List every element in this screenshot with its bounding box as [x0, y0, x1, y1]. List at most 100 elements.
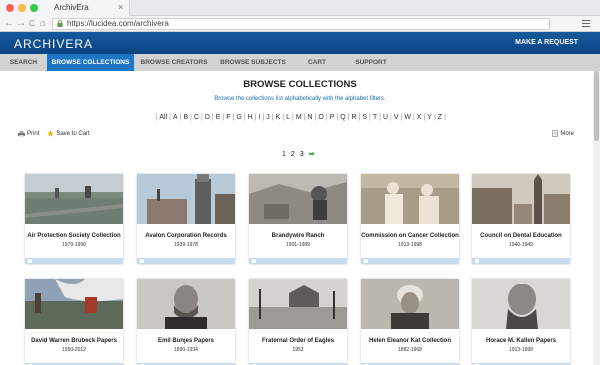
- browser-toolbar: ← → C ⌂ https://lucidea.com/archivera: [0, 16, 600, 32]
- browser-titlebar: ArchivEra ×: [0, 0, 600, 16]
- nav-cart[interactable]: CART: [292, 54, 342, 71]
- collection-card[interactable]: Emil Bunjes Papers 1890-1934: [137, 279, 235, 365]
- card-title[interactable]: Helen Eleanor Kat Collection: [361, 338, 459, 344]
- collection-thumbnail[interactable]: [472, 174, 570, 224]
- collection-thumbnail[interactable]: [249, 279, 347, 329]
- forward-icon[interactable]: →: [16, 17, 26, 31]
- select-checkbox[interactable]: [364, 259, 368, 263]
- save-to-cart-label: Save to Cart: [56, 130, 90, 137]
- card-footer: [472, 258, 570, 264]
- card-title[interactable]: Council on Dental Education: [472, 233, 570, 239]
- document-icon: [552, 130, 559, 137]
- card-dates: 1901-1989: [286, 242, 310, 248]
- url-text: https://lucidea.com/archivera: [67, 19, 169, 28]
- home-icon[interactable]: ⌂: [40, 17, 46, 31]
- main-nav: SEARCH BROWSE COLLECTIONS BROWSE CREATOR…: [0, 54, 600, 71]
- card-title[interactable]: David Warren Brubeck Papers: [25, 338, 123, 344]
- card-footer: [137, 258, 235, 264]
- tab-title: ArchivEra: [54, 3, 89, 12]
- select-checkbox[interactable]: [28, 259, 32, 263]
- page-3-link[interactable]: 3: [300, 151, 304, 158]
- card-title[interactable]: Fraternal Order of Eagles: [249, 338, 347, 344]
- collection-card[interactable]: Council on Dental Education 1940-1949: [472, 174, 570, 264]
- more-button[interactable]: More: [552, 130, 574, 137]
- select-checkbox[interactable]: [252, 259, 256, 263]
- collection-thumbnail[interactable]: [472, 279, 570, 329]
- page-title: BROWSE COLLECTIONS: [243, 79, 357, 90]
- card-dates: 1913-1998: [509, 347, 533, 353]
- star-icon: [47, 130, 55, 137]
- next-page-icon[interactable]: ➡: [309, 150, 315, 158]
- window-controls: [6, 4, 38, 12]
- url-bar[interactable]: https://lucidea.com/archivera: [52, 18, 550, 30]
- alphabet-filter-all[interactable]: All: [159, 114, 168, 121]
- card-footer: [25, 258, 123, 264]
- nav-browse-creators[interactable]: BROWSE CREATORS: [134, 54, 214, 71]
- scrollbar[interactable]: [593, 71, 600, 365]
- card-dates: 1913-1998: [398, 242, 422, 248]
- make-request-link[interactable]: MAKE A REQUEST: [515, 39, 578, 46]
- card-footer: [361, 258, 459, 264]
- nav-browse-collections[interactable]: BROWSE COLLECTIONS: [47, 54, 134, 71]
- collection-card[interactable]: David Warren Brubeck Papers 1950-2012: [25, 279, 123, 365]
- card-title[interactable]: Commission on Cancer Collection: [361, 233, 459, 239]
- card-dates: 1939-1978: [174, 242, 198, 248]
- card-title[interactable]: Horace M. Kallen Papers: [472, 338, 570, 344]
- select-checkbox[interactable]: [475, 259, 479, 263]
- browser-menu-icon[interactable]: [582, 20, 590, 29]
- collection-thumbnail[interactable]: [249, 174, 347, 224]
- card-dates: 1953: [292, 347, 304, 353]
- close-window-button[interactable]: [6, 4, 14, 12]
- scrollbar-thumb[interactable]: [594, 71, 599, 141]
- collection-thumbnail[interactable]: [137, 279, 235, 329]
- page-2-link[interactable]: 2: [291, 151, 295, 158]
- collection-card[interactable]: Brandywire Ranch 1901-1989: [249, 174, 347, 264]
- alphabet-separator: |: [444, 114, 446, 121]
- select-checkbox[interactable]: [140, 259, 144, 263]
- card-dates: 1979-1990: [62, 242, 86, 248]
- collection-thumbnail[interactable]: [25, 279, 123, 329]
- card-dates: 1882-1968: [398, 347, 422, 353]
- nav-browse-subjects[interactable]: BROWSE SUBJECTS: [214, 54, 292, 71]
- site-logo[interactable]: ARCHIVERA: [14, 37, 93, 51]
- back-icon[interactable]: ←: [4, 17, 14, 31]
- pagination: 1 2 3 ➡: [282, 150, 315, 159]
- maximize-window-button[interactable]: [30, 4, 38, 12]
- collection-card[interactable]: Avalon Corporation Records 1939-1978: [137, 174, 235, 264]
- lock-icon: [57, 20, 63, 27]
- minimize-window-button[interactable]: [18, 4, 26, 12]
- collection-card[interactable]: Air Protection Society Collection 1979-1…: [25, 174, 123, 264]
- card-title[interactable]: Air Protection Society Collection: [25, 233, 123, 239]
- collection-thumbnail[interactable]: [361, 174, 459, 224]
- collection-card[interactable]: Fraternal Order of Eagles 1953: [249, 279, 347, 365]
- print-icon: [18, 130, 25, 137]
- alphabet-filter-m[interactable]: M: [295, 114, 302, 121]
- collection-card[interactable]: Commission on Cancer Collection 1913-199…: [361, 174, 459, 264]
- action-bar: Print Save to Cart: [18, 130, 90, 137]
- collection-card[interactable]: Horace M. Kallen Papers 1913-1998: [472, 279, 570, 365]
- nav-support[interactable]: SUPPORT: [342, 54, 400, 71]
- card-title[interactable]: Avalon Corporation Records: [137, 233, 235, 239]
- collection-card[interactable]: Helen Eleanor Kat Collection 1882-1968: [361, 279, 459, 365]
- tab-close-icon[interactable]: ×: [118, 2, 123, 12]
- alphabet-filter: | All | A | B | C | D | E | F | G | H | I | J | K | L | M | N | O | P | Q | R…: [154, 114, 447, 121]
- card-footer: [249, 258, 347, 264]
- page-subtitle: Browse the collections list alphabetical…: [214, 96, 386, 102]
- collection-thumbnail[interactable]: [137, 174, 235, 224]
- more-label: More: [560, 130, 574, 137]
- collection-thumbnail[interactable]: [25, 174, 123, 224]
- site-header: ARCHIVERA MAKE A REQUEST: [0, 32, 600, 54]
- nav-search[interactable]: SEARCH: [0, 54, 47, 71]
- print-button[interactable]: Print: [18, 130, 40, 137]
- collection-thumbnail[interactable]: [361, 279, 459, 329]
- card-dates: 1950-2012: [62, 347, 86, 353]
- alphabet-filter-w[interactable]: W: [404, 114, 412, 121]
- print-label: Print: [27, 130, 40, 137]
- card-dates: 1940-1949: [509, 242, 533, 248]
- page-1-link[interactable]: 1: [282, 151, 286, 158]
- reload-icon[interactable]: C: [29, 17, 35, 31]
- card-title[interactable]: Brandywire Ranch: [249, 233, 347, 239]
- card-title[interactable]: Emil Bunjes Papers: [137, 338, 235, 344]
- card-dates: 1890-1934: [174, 347, 198, 353]
- save-to-cart-button[interactable]: Save to Cart: [47, 130, 90, 137]
